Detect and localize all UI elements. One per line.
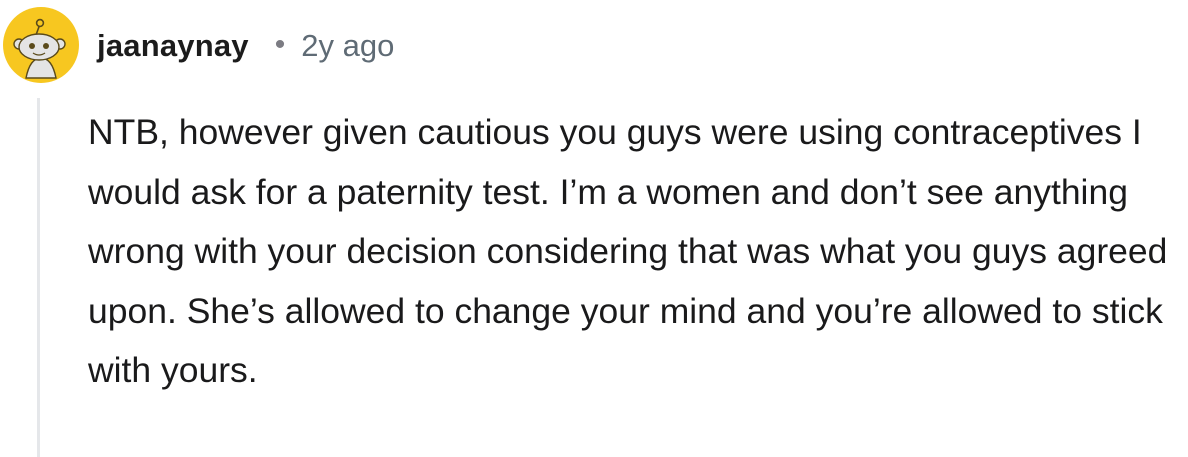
- thread-line[interactable]: [37, 98, 40, 457]
- comment: jaanaynay • 2y ago NTB, however given ca…: [0, 0, 1188, 457]
- username-link[interactable]: jaanaynay: [97, 28, 249, 64]
- timestamp[interactable]: 2y ago: [301, 28, 394, 64]
- snoo-avatar-icon[interactable]: [2, 6, 80, 84]
- comment-body: NTB, however given cautious you guys wer…: [88, 112, 1168, 390]
- comment-header: jaanaynay • 2y ago: [97, 22, 394, 70]
- separator-dot: •: [274, 28, 286, 61]
